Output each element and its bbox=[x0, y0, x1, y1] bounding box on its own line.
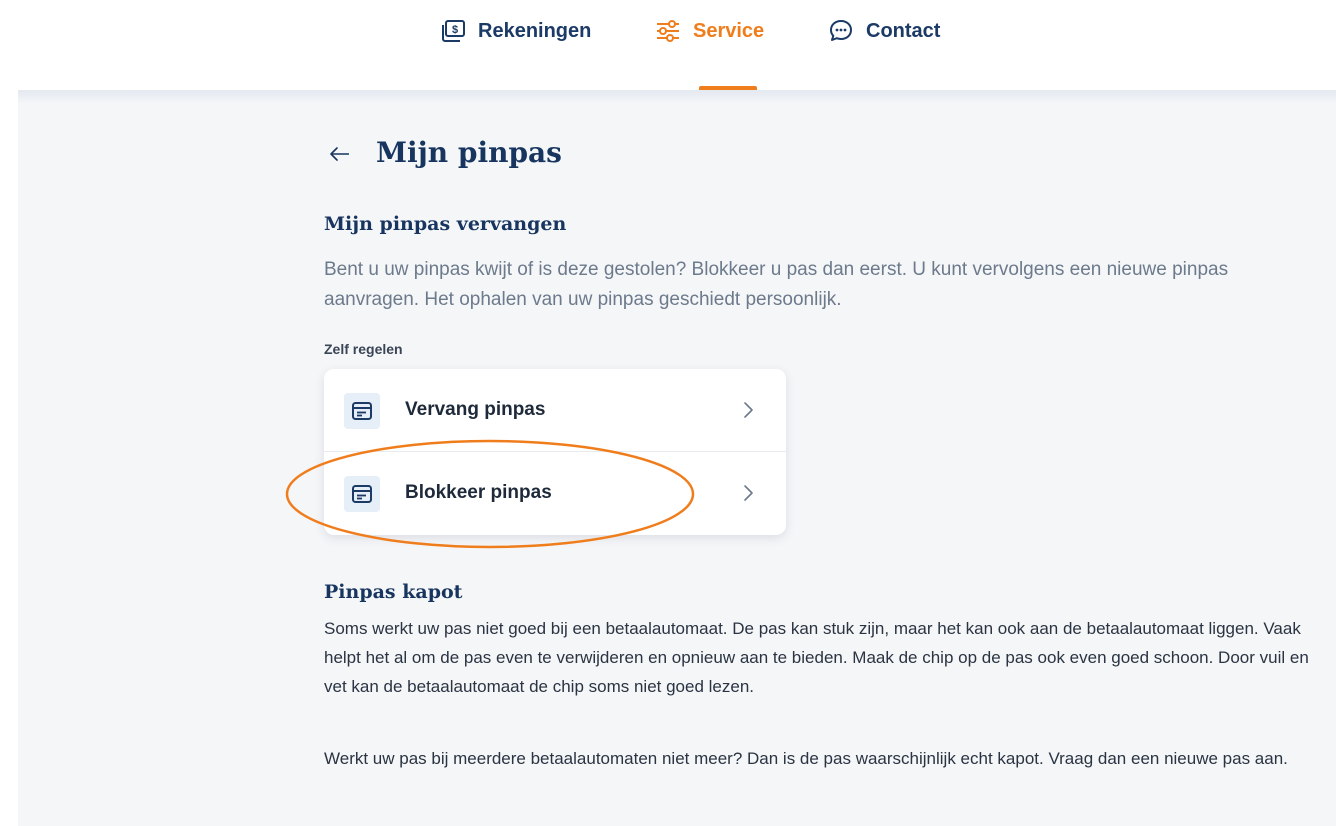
chat-bubble-icon bbox=[830, 20, 852, 41]
self-service-label: Zelf regelen bbox=[324, 341, 403, 357]
section-title-vervangen: Mijn pinpas vervangen bbox=[324, 213, 567, 235]
chevron-right-icon bbox=[744, 485, 753, 501]
nav-label: Rekeningen bbox=[478, 19, 592, 42]
sliders-icon bbox=[657, 20, 679, 42]
svg-text:$: $ bbox=[452, 24, 458, 36]
chevron-right-icon bbox=[744, 402, 753, 418]
nav-label: Contact bbox=[866, 19, 941, 42]
nav-shadow bbox=[18, 90, 1336, 104]
icon-box bbox=[344, 476, 380, 512]
action-label: Vervang pinpas bbox=[405, 399, 546, 420]
action-label: Blokkeer pinpas bbox=[405, 482, 552, 503]
top-navigation: $ Rekeningen Service Contact bbox=[0, 0, 1336, 90]
card-icon bbox=[352, 485, 372, 503]
page-title: Mijn pinpas bbox=[376, 136, 562, 169]
back-arrow-icon[interactable] bbox=[327, 141, 353, 167]
card-icon bbox=[352, 402, 372, 420]
nav-item-contact[interactable]: Contact bbox=[828, 18, 940, 44]
page: $ Rekeningen Service Contact Mijn pinpas… bbox=[0, 0, 1336, 826]
paragraph: Soms werkt uw pas niet goed bij een beta… bbox=[324, 619, 1309, 696]
section-title-kapot: Pinpas kapot bbox=[324, 581, 463, 603]
bank-statement-icon: $ bbox=[442, 20, 465, 42]
nav-item-rekeningen[interactable]: $ Rekeningen bbox=[440, 18, 591, 44]
nav-label: Service bbox=[693, 19, 765, 42]
nav-item-service[interactable]: Service bbox=[655, 18, 764, 44]
blokkeer-pinpas-button[interactable]: Blokkeer pinpas bbox=[324, 452, 786, 534]
section-intro: Bent u uw pinpas kwijt of is deze gestol… bbox=[324, 259, 1229, 310]
vervang-pinpas-button[interactable]: Vervang pinpas bbox=[324, 369, 786, 451]
icon-box bbox=[344, 393, 380, 429]
actions-card: Vervang pinpas Blokkeer pinpas bbox=[324, 369, 786, 535]
paragraph: Werkt uw pas bij meerdere betaalautomate… bbox=[324, 749, 1288, 768]
